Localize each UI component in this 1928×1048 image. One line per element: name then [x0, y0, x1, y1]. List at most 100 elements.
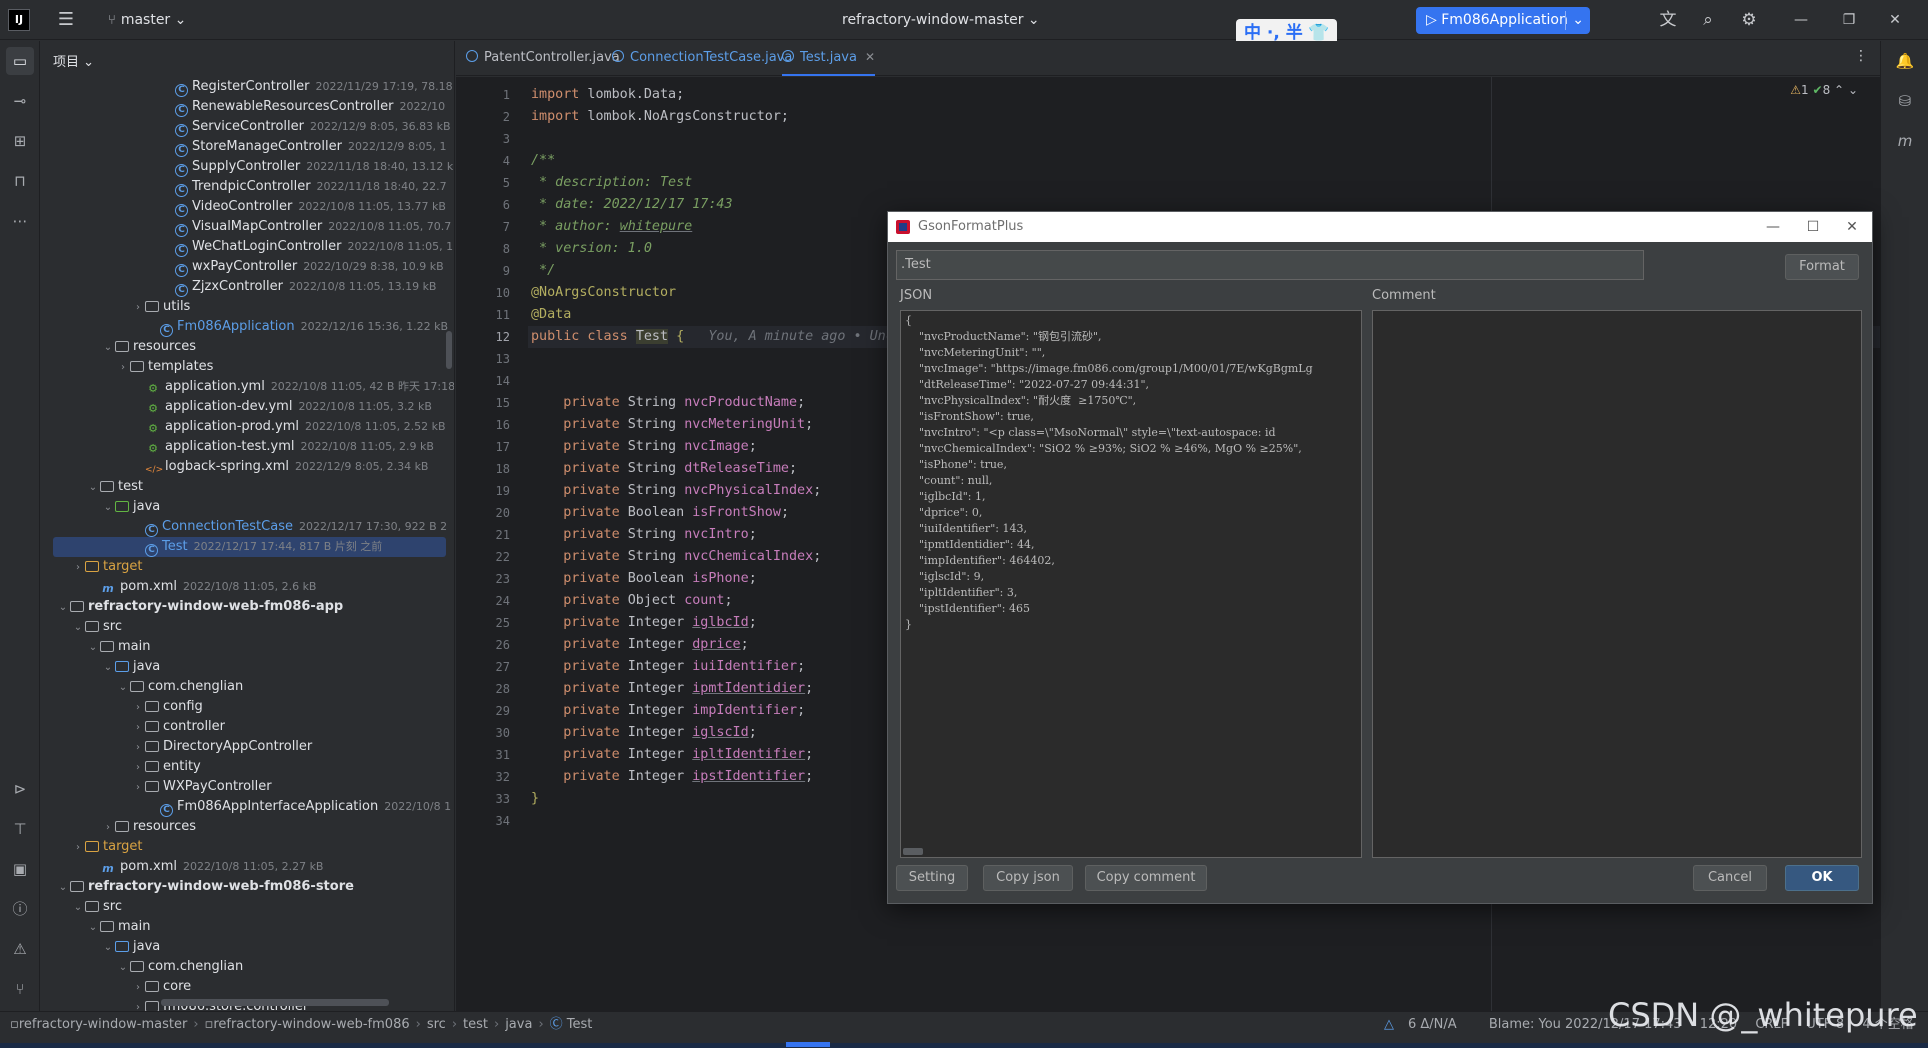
tree-row[interactable]: › WXPayController	[41, 777, 454, 798]
maven-icon[interactable]: m	[1891, 127, 1919, 155]
vertical-scrollbar[interactable]	[446, 331, 452, 369]
main-menu-icon[interactable]: ☰	[56, 10, 76, 30]
tree-row[interactable]: C VisualMapController 2022/10/8 11:05, 70.…	[41, 217, 454, 237]
chevron-right-icon[interactable]: ›	[131, 778, 145, 798]
chevron-down-icon[interactable]: ⌄	[116, 678, 130, 698]
tree-row[interactable]: ⌄ refractory-window-web-fm086-app	[41, 597, 454, 617]
code-line[interactable]: @NoArgsConstructor	[531, 282, 676, 304]
close-window-icon[interactable]: ✕	[1880, 8, 1910, 32]
close-tab-icon[interactable]: ✕	[865, 50, 875, 64]
chevron-right-icon[interactable]: ›	[131, 298, 145, 318]
tree-row[interactable]: › utils	[41, 297, 454, 318]
more-icon[interactable]: ⋯	[6, 207, 34, 235]
tree-row[interactable]: › config	[41, 697, 454, 717]
copy-json-button[interactable]: Copy json	[983, 865, 1073, 891]
restore-window-icon[interactable]: ❐	[1834, 8, 1864, 32]
code-line[interactable]: private String nvcChemicalIndex;	[531, 546, 821, 568]
code-line[interactable]: private Integer iglscId;	[531, 722, 757, 744]
tree-row[interactable]: ⌄ test	[41, 477, 454, 498]
tree-row[interactable]: ⌄ com.chenglian	[41, 677, 454, 698]
chevron-right-icon[interactable]: ›	[131, 998, 145, 1011]
chevron-down-icon[interactable]: ⌄	[101, 938, 115, 958]
tree-row[interactable]: ⚙ application-test.yml 2022/10/8 11:05, 2.…	[41, 437, 454, 457]
minimize-window-icon[interactable]: —	[1753, 212, 1793, 242]
code-line[interactable]: private String nvcPhysicalIndex;	[531, 480, 821, 502]
chevron-right-icon[interactable]: ›	[131, 978, 145, 998]
comment-textarea[interactable]	[1372, 310, 1862, 858]
structure-icon[interactable]: ⊞	[6, 127, 34, 155]
gear-icon[interactable]: ⚙	[1737, 8, 1761, 32]
tree-row[interactable]: C TrendpicController 2022/11/18 18:40, 22.…	[41, 177, 454, 197]
breadcrumb-item[interactable]: java	[505, 1017, 532, 1032]
code-line[interactable]: private Integer iglbcId;	[531, 612, 757, 634]
chevron-down-icon[interactable]: ⌄	[1572, 7, 1584, 34]
chevron-down-icon[interactable]: ⌄	[116, 958, 130, 978]
search-icon[interactable]: ⌕	[1696, 8, 1720, 32]
chevron-down-icon[interactable]: ⌄	[71, 618, 85, 638]
tree-row[interactable]: › core	[41, 977, 454, 998]
editor-tab[interactable]: ConnectionTestCase.java	[612, 41, 792, 76]
chevron-down-icon[interactable]: ⌄	[86, 638, 100, 658]
inspection-widget[interactable]: ⚠1 ✔8 ⌃ ⌄	[1790, 83, 1858, 97]
warning-icon[interactable]: ⚠	[6, 935, 34, 963]
code-line[interactable]: private String nvcIntro;	[531, 524, 757, 546]
tree-row[interactable]: ⌄ com.chenglian	[41, 957, 454, 978]
class-name-input[interactable]: .Test	[896, 250, 1644, 280]
format-button[interactable]: Format	[1785, 254, 1859, 280]
chevron-down-icon[interactable]: ⌄	[86, 918, 100, 938]
setting-button[interactable]: Setting	[896, 865, 968, 891]
code-line[interactable]: * version: 1.0	[531, 238, 652, 260]
horizontal-scrollbar[interactable]	[161, 999, 389, 1006]
bookmark-icon[interactable]: ⊓	[6, 167, 34, 195]
code-line[interactable]: private String dtReleaseTime;	[531, 458, 797, 480]
breadcrumb-item[interactable]: refractory-window-master	[19, 1017, 188, 1032]
code-line[interactable]: import lombok.NoArgsConstructor;	[531, 106, 789, 128]
chevron-down-icon[interactable]: ⌄	[86, 478, 100, 498]
ok-button[interactable]: OK	[1785, 865, 1859, 891]
commit-icon[interactable]: ⊸	[6, 87, 34, 115]
code-line[interactable]: private String nvcImage;	[531, 436, 757, 458]
tree-row[interactable]: › templates	[41, 357, 454, 377]
editor-tab[interactable]: PatentController.java	[466, 41, 620, 76]
code-line[interactable]: private Integer impIdentifier;	[531, 700, 805, 722]
run-services-icon[interactable]: ⊳	[6, 775, 34, 803]
tree-row[interactable]: › entity	[41, 757, 454, 777]
chevron-up-icon[interactable]: ⌃	[1834, 83, 1844, 97]
code-line[interactable]: */	[531, 260, 555, 282]
database-icon[interactable]: ⛁	[1891, 87, 1919, 115]
tree-row[interactable]: ⌄ java	[41, 937, 454, 958]
copy-comment-button[interactable]: Copy comment	[1085, 865, 1207, 891]
code-line[interactable]: private Integer ipltIdentifier;	[531, 744, 813, 766]
translate-icon[interactable]: 文	[1656, 8, 1680, 32]
tree-row[interactable]: › DirectoryAppController	[41, 737, 454, 758]
chevron-down-icon[interactable]: ⌄	[101, 658, 115, 678]
chevron-right-icon[interactable]: ›	[131, 738, 145, 758]
code-line[interactable]: @Data	[531, 304, 571, 326]
more-vertical-icon[interactable]: ⋮	[1854, 48, 1868, 64]
tree-row[interactable]: m pom.xml 2022/10/8 11:05, 2.6 kB	[41, 577, 454, 597]
tree-row[interactable]: C VideoController 2022/10/8 11:05, 13.77 k…	[41, 197, 454, 217]
code-line[interactable]: private Integer ipstIdentifier;	[531, 766, 813, 788]
tree-row[interactable]: C ZjzxController 2022/10/8 11:05, 13.19 kB	[41, 277, 454, 297]
tree-row[interactable]: ⚙ application.yml 2022/10/8 11:05, 42 B 昨天…	[41, 377, 454, 397]
chevron-down-icon[interactable]: ⌄	[101, 338, 115, 358]
build-icon[interactable]: ⊤	[6, 815, 34, 843]
breadcrumb-item[interactable]: test	[463, 1017, 488, 1032]
tree-row[interactable]: C SupplyController 2022/11/18 18:40, 13.12…	[41, 157, 454, 177]
code-line[interactable]: * description: Test	[531, 172, 692, 194]
tree-row[interactable]: </> logback-spring.xml 2022/12/9 8:05, 2.3…	[41, 457, 454, 477]
vcs-branch-widget[interactable]: ⑂ master ⌄	[108, 10, 186, 30]
chevron-down-icon[interactable]: ⌄	[1848, 83, 1858, 97]
code-line[interactable]: private Integer iuiIdentifier;	[531, 656, 805, 678]
horizontal-scrollbar[interactable]	[903, 848, 923, 855]
tree-row[interactable]: C ConnectionTestCase 2022/12/17 17:30, 922…	[41, 517, 454, 537]
problems-icon[interactable]: ⓘ	[6, 895, 34, 923]
breadcrumb-item[interactable]: src	[427, 1017, 446, 1032]
code-line[interactable]: private String nvcProductName;	[531, 392, 805, 414]
tree-row[interactable]: ⚙ application-prod.yml 2022/10/8 11:05, 2.…	[41, 417, 454, 437]
code-line[interactable]: private Object count;	[531, 590, 732, 612]
code-line[interactable]: /**	[531, 150, 555, 172]
chevron-down-icon[interactable]: ⌄	[56, 878, 70, 898]
code-line[interactable]: * date: 2022/12/17 17:43	[531, 194, 733, 216]
project-panel-header[interactable]: 项目 ⌄	[53, 51, 94, 70]
